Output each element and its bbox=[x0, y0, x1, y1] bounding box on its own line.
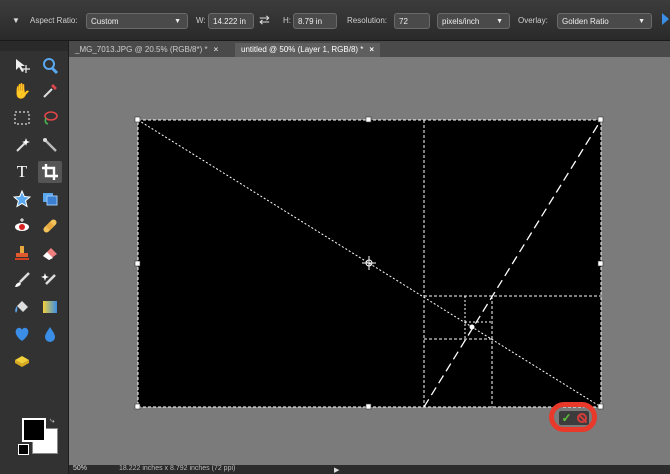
cancel-icon[interactable] bbox=[576, 413, 587, 423]
document-size: 18.222 inches x 8.792 inches (72 ppi) bbox=[119, 465, 236, 472]
spiral-center bbox=[469, 324, 475, 330]
crosshair-icon bbox=[362, 256, 376, 270]
commit-cancel-buttons: ✓ bbox=[559, 411, 589, 425]
foreground-color-swatch[interactable] bbox=[22, 418, 46, 442]
status-menu-icon[interactable]: ▶ bbox=[334, 466, 339, 474]
commit-check-icon[interactable]: ✓ bbox=[561, 412, 571, 424]
commit-cancel-highlight: ✓ bbox=[549, 402, 597, 432]
secondary-diagonal-line bbox=[423, 119, 602, 408]
zoom-level[interactable]: 50% bbox=[73, 465, 87, 472]
status-bar: 50% 18.222 inches x 8.792 inches (72 ppi… bbox=[69, 465, 670, 474]
